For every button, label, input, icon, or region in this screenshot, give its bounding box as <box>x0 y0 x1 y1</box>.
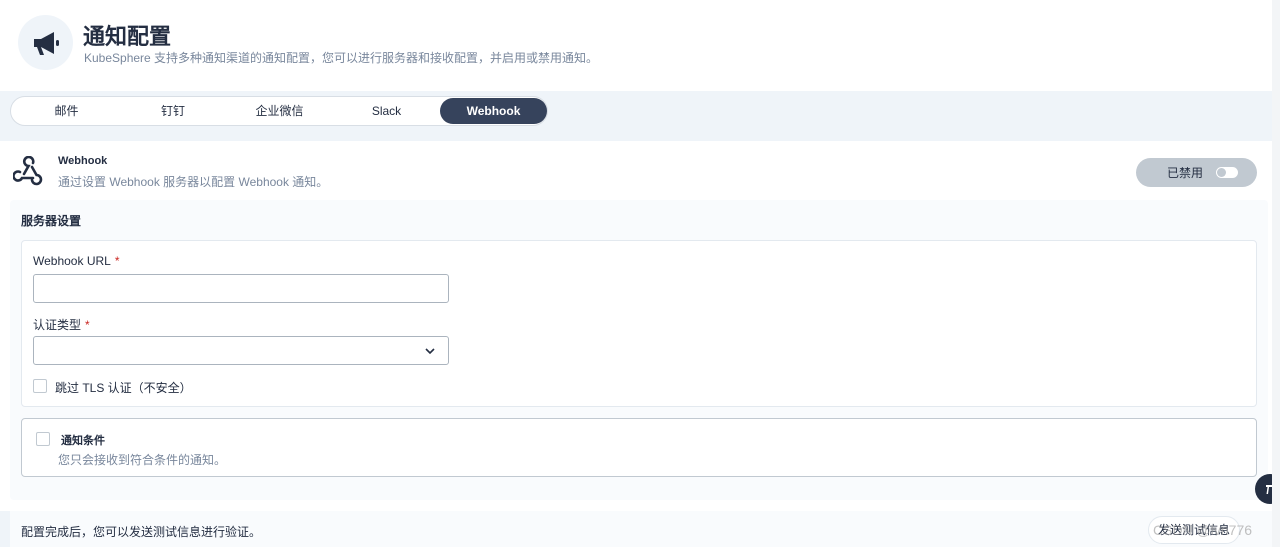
page-description: KubeSphere 支持多种通知渠道的通知配置，您可以进行服务器和接收配置，并… <box>84 51 599 65</box>
notification-conditions-checkbox[interactable] <box>36 432 50 446</box>
tab-webhook[interactable]: Webhook <box>440 98 547 124</box>
server-form-card <box>21 240 1257 407</box>
required-mark: * <box>85 318 90 332</box>
notification-conditions-title: 通知条件 <box>61 435 105 447</box>
webhook-description: 通过设置 Webhook 服务器以配置 Webhook 通知。 <box>58 175 329 189</box>
webhook-url-input[interactable] <box>33 274 449 303</box>
notification-conditions-description: 您只会接收到符合条件的通知。 <box>58 453 227 467</box>
required-mark: * <box>114 254 120 268</box>
server-settings-title: 服务器设置 <box>21 214 82 228</box>
tab-dingtalk[interactable]: 钉钉 <box>120 98 226 124</box>
megaphone-icon <box>18 15 73 70</box>
page-header <box>0 0 1280 91</box>
webhook-url-label: Webhook URL * <box>33 254 120 268</box>
auth-type-label: 认证类型 * <box>33 316 90 333</box>
send-test-message-button[interactable]: 发送测试信息 <box>1148 516 1240 544</box>
switch-knob <box>1217 168 1226 177</box>
enable-toggle-button[interactable]: 已禁用 <box>1136 158 1257 187</box>
tab-slack[interactable]: Slack <box>333 98 440 124</box>
skip-tls-checkbox[interactable] <box>33 379 47 393</box>
webhook-icon <box>12 155 43 186</box>
footer-hint: 配置完成后，您可以发送测试信息进行验证。 <box>21 525 262 539</box>
toggle-status-label: 已禁用 <box>1167 166 1204 180</box>
page-title: 通知配置 <box>83 24 172 49</box>
skip-tls-label: 跳过 TLS 认证（不安全） <box>55 381 192 395</box>
notification-channel-tabs: 邮件 钉钉 企业微信 Slack Webhook <box>10 96 548 126</box>
webhook-url-label-text: Webhook URL <box>33 254 111 268</box>
tab-email[interactable]: 邮件 <box>13 98 120 124</box>
toggle-switch-icon <box>1216 167 1238 178</box>
auth-type-label-text: 认证类型 <box>33 318 82 332</box>
chevron-down-icon <box>425 348 435 355</box>
tab-wecom[interactable]: 企业微信 <box>226 98 333 124</box>
scrollbar[interactable] <box>1272 0 1280 547</box>
auth-type-select[interactable] <box>33 336 449 365</box>
notification-conditions-card <box>21 418 1257 477</box>
webhook-title: Webhook <box>58 155 108 167</box>
